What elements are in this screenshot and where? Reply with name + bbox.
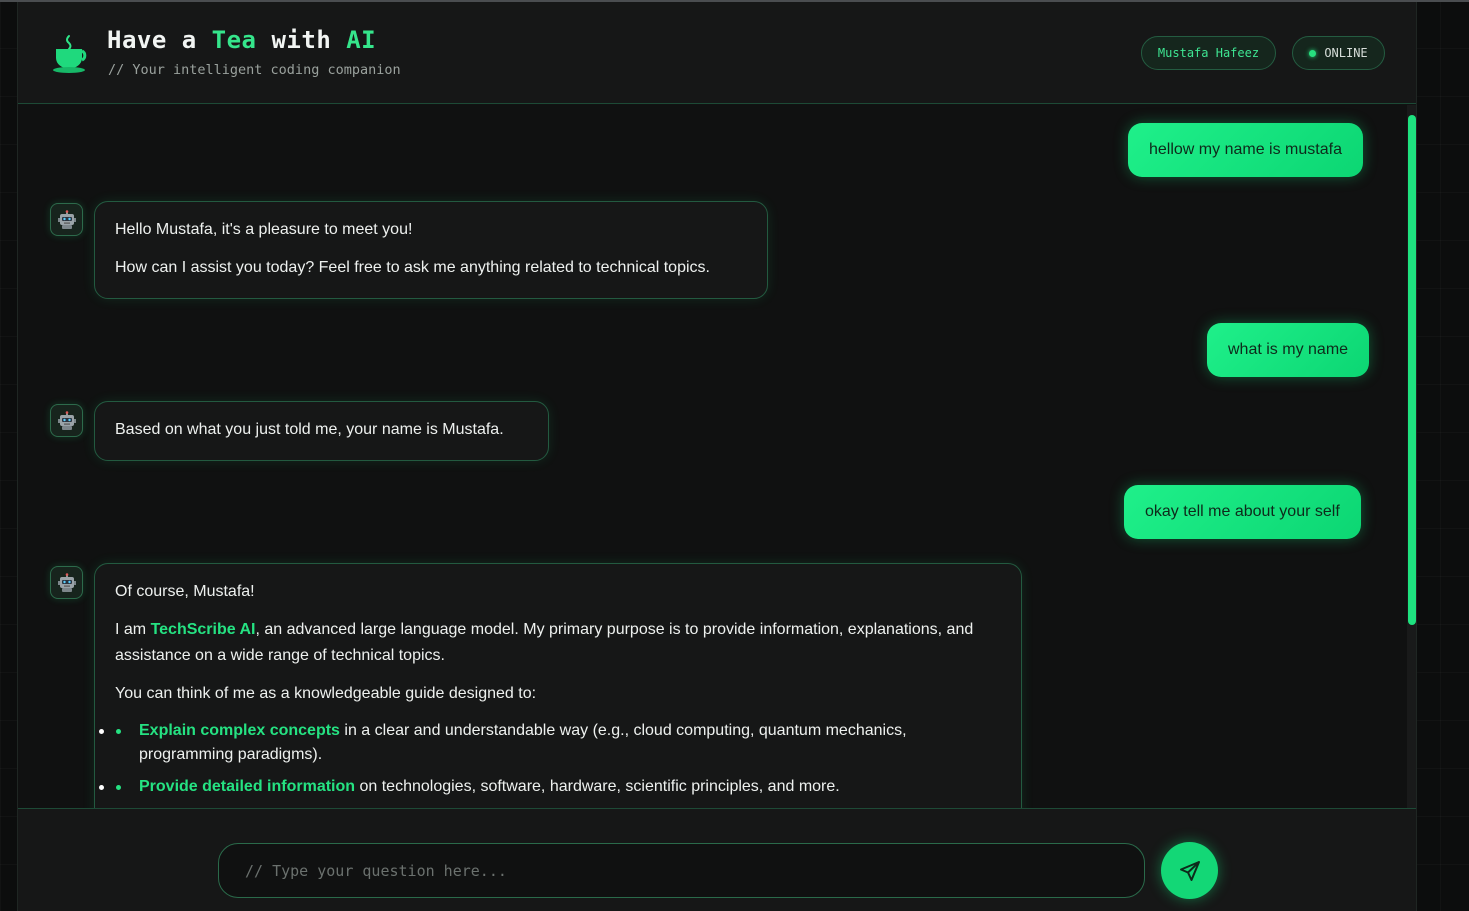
robot-icon [50, 566, 83, 599]
status-dot-icon [1309, 49, 1317, 57]
assistant-message: Of course, Mustafa! I am TechScribe AI, … [94, 563, 1022, 808]
message-paragraph: Hello Mustafa, it's a pleasure to meet y… [115, 221, 413, 238]
app-subtitle: // Your intelligent coding companion [108, 62, 401, 78]
assistant-message: Based on what you just told me, your nam… [94, 401, 549, 461]
chat-app: Have a Tea with AI // Your intelligent c… [17, 2, 1417, 911]
question-input[interactable] [218, 843, 1145, 898]
message-paragraph: Of course, Mustafa! [115, 583, 255, 600]
message-paragraph: Based on what you just told me, your nam… [115, 421, 504, 438]
app-header: Have a Tea with AI // Your intelligent c… [18, 2, 1416, 104]
robot-icon [50, 203, 83, 236]
paper-plane-icon [1179, 860, 1200, 881]
composer-bar [18, 808, 1416, 911]
list-item: Explain complex concepts in a clear and … [99, 719, 1001, 767]
status-badge: ONLINE [1292, 36, 1385, 70]
teacup-icon [51, 34, 91, 74]
user-message: okay tell me about your self [1124, 485, 1361, 539]
scrollbar-thumb[interactable] [1408, 115, 1416, 625]
message-paragraph: You can think of me as a knowledgeable g… [115, 685, 537, 702]
user-message: hellow my name is mustafa [1128, 123, 1363, 177]
assistant-name-highlight: TechScribe AI [150, 621, 256, 638]
list-item: Provide detailed information on technolo… [99, 775, 1001, 799]
message-paragraph: I am TechScribe AI, an advanced large la… [115, 621, 974, 664]
assistant-message: Hello Mustafa, it's a pleasure to meet y… [94, 201, 768, 299]
send-button[interactable] [1161, 842, 1218, 899]
message-list[interactable]: hellow my name is mustafa Hello Mustafa,… [18, 105, 1416, 808]
status-label: ONLINE [1324, 46, 1368, 60]
user-name-badge: Mustafa Hafeez [1141, 36, 1276, 70]
user-message: what is my name [1207, 323, 1370, 377]
app-title: Have a Tea with AI [107, 26, 377, 54]
capabilities-list: Explain complex concepts in a clear and … [99, 719, 1001, 799]
message-paragraph: How can I assist you today? Feel free to… [115, 259, 710, 276]
robot-icon [50, 404, 83, 437]
